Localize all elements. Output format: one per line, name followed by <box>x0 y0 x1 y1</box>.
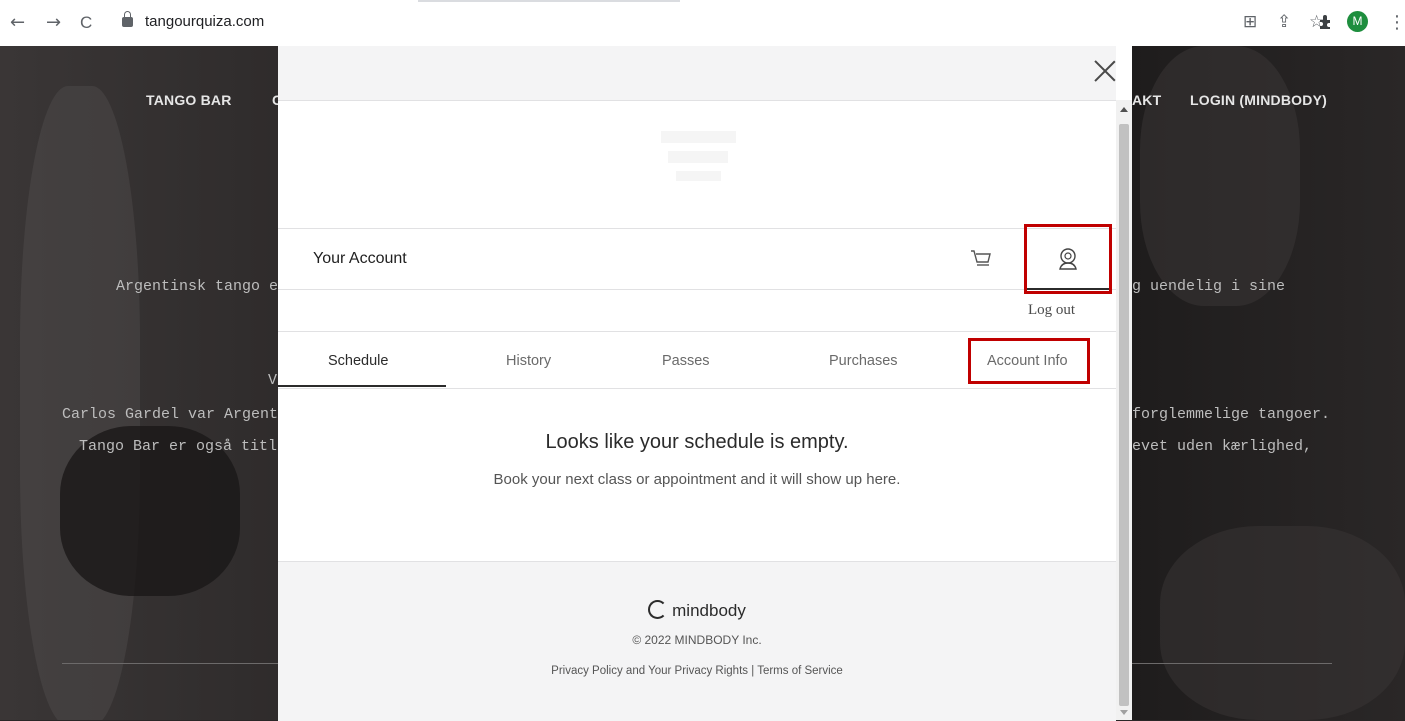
site-nav-kontakt-partial[interactable]: AKT <box>1132 92 1161 108</box>
reload-icon[interactable]: C <box>80 10 92 36</box>
lock-icon[interactable] <box>122 11 133 27</box>
site-divider-left <box>62 663 278 664</box>
site-text-line3-left: Carlos Gardel var Argenti <box>62 406 288 423</box>
profile-avatar[interactable]: M <box>1347 11 1368 32</box>
copyright: © 2022 MINDBODY Inc. <box>632 633 762 647</box>
url-text: tangourquiza.com <box>145 13 265 30</box>
account-modal: Your Account Log out Schedule History Pa… <box>278 46 1132 721</box>
highlight-box-user <box>1024 224 1112 294</box>
menu-icon[interactable]: ⋮ <box>1388 12 1405 33</box>
site-text-line2-left: V <box>268 372 278 389</box>
site-nav-login[interactable]: LOGIN (MINDBODY) <box>1190 92 1327 108</box>
modal-scrollbar[interactable] <box>1116 100 1132 720</box>
browser-toolbar: ← → C tangourquiza.com ⊞ ⇪ ☆ M ⋮ <box>0 0 1405 46</box>
tab-schedule[interactable]: Schedule <box>328 353 388 369</box>
mindbody-wordmark: mindbody <box>672 601 746 620</box>
site-divider-right <box>1132 663 1332 664</box>
dancer-silhouette <box>20 86 140 720</box>
forward-icon[interactable]: → <box>46 10 61 36</box>
empty-schedule-title: Looks like your schedule is empty. <box>545 431 849 453</box>
share-icon[interactable]: ⇪ <box>1277 12 1291 32</box>
cart-icon[interactable] <box>970 248 992 270</box>
empty-schedule-subtitle: Book your next class or appointment and … <box>493 471 901 488</box>
active-tab-indicator <box>418 0 680 2</box>
background-figure <box>1140 46 1300 306</box>
close-icon[interactable] <box>1094 60 1116 82</box>
site-text-line1-left: Argentinsk tango e <box>116 278 279 295</box>
translate-icon[interactable]: ⊞ <box>1243 12 1257 32</box>
scroll-up-arrow[interactable] <box>1120 107 1128 112</box>
scroll-thumb[interactable] <box>1119 124 1129 706</box>
back-icon[interactable]: ← <box>10 10 25 36</box>
tab-history[interactable]: History <box>506 353 551 369</box>
address-bar[interactable]: tangourquiza.com <box>122 11 265 30</box>
account-header-row: Your Account <box>278 228 1116 290</box>
studio-logo <box>661 131 736 181</box>
modal-footer: mindbody © 2022 MINDBODY Inc. Privacy Po… <box>278 561 1116 721</box>
site-text-line4-right: evet uden kærlighed, <box>1132 438 1313 455</box>
highlight-box-account-info <box>968 338 1090 384</box>
extensions-icon[interactable] <box>1318 14 1334 30</box>
tab-purchases[interactable]: Purchases <box>829 353 898 369</box>
site-text-line1-right: g uendelig i sine <box>1132 278 1286 295</box>
background-table <box>1160 526 1405 720</box>
account-title: Your Account <box>313 250 407 267</box>
scroll-down-arrow[interactable] <box>1120 710 1128 715</box>
active-tab-underline <box>278 385 446 387</box>
footer-links[interactable]: Privacy Policy and Your Privacy Rights |… <box>278 665 1116 677</box>
studio-logo-area <box>278 101 1116 228</box>
modal-header <box>278 46 1116 101</box>
mindbody-ring-icon <box>648 600 668 619</box>
tab-passes[interactable]: Passes <box>662 353 710 369</box>
site-nav-tango-bar[interactable]: TANGO BAR <box>146 92 232 108</box>
site-text-line4-left: Tango Bar er også titler <box>79 438 296 455</box>
site-text-line3-right: forglemmelige tangoer. <box>1132 406 1331 423</box>
mindbody-logo[interactable]: mindbody <box>278 600 1116 621</box>
logout-link[interactable]: Log out <box>1028 302 1075 319</box>
